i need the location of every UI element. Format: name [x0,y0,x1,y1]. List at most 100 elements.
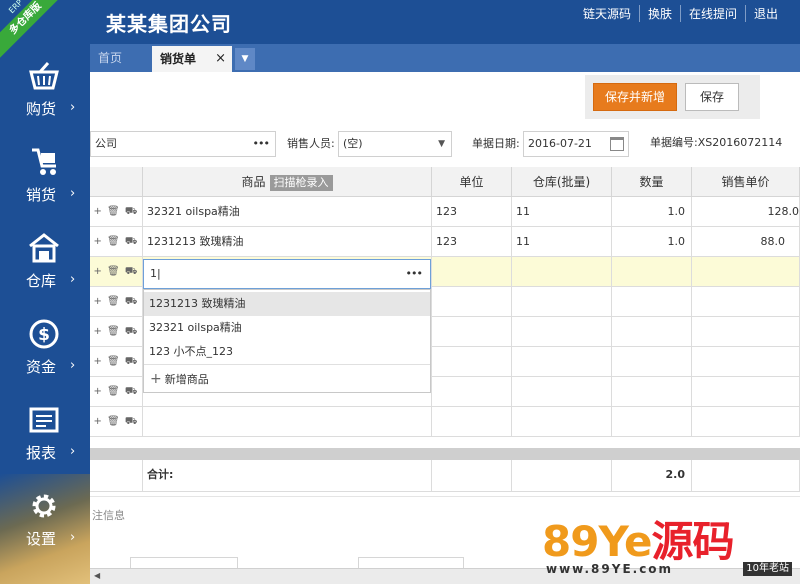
date-field[interactable]: 2016-07-21 [523,131,629,157]
grid-header-warehouse: 仓库(批量) [512,167,612,197]
grid-header-ops [90,167,143,197]
cell-price[interactable] [692,407,800,437]
cell-unit[interactable]: 123 [432,197,512,227]
link-skin[interactable]: 换肤 [638,5,680,22]
save-and-new-button[interactable]: 保存并新增 [593,83,677,111]
row-actions[interactable]: + 🗑 ⛟ [90,257,143,287]
salesperson-select[interactable]: (空) ▼ [338,131,452,157]
cell-price[interactable] [692,377,800,407]
summary-warehouse [512,460,612,492]
cell-product[interactable]: 1231213 致瑰精油 [143,227,432,257]
cell-qty[interactable] [612,317,692,347]
close-icon[interactable]: × [215,46,226,72]
bill-number-value: XS2016072114 [697,136,783,149]
cell-qty[interactable]: 1.0 [612,197,692,227]
cell-qty[interactable] [612,347,692,377]
row-actions[interactable]: + 🗑 ⛟ [90,347,143,377]
chevron-right-icon: › [70,100,76,115]
sidebar-item-settings[interactable]: 设置 › [0,484,90,568]
cell-product[interactable]: 32321 oilspa精油 [143,197,432,227]
cell-product[interactable] [143,407,432,437]
link-help[interactable]: 在线提问 [679,5,745,22]
cell-unit[interactable] [432,257,512,287]
tab-more-dropdown[interactable]: ▼ [235,48,255,70]
summary-unit [432,460,512,492]
sidebar-item-label: 资金 [26,358,57,376]
product-suggestion-dropdown: 1231213 致瑰精油 32321 oilspa精油 123 小不点_123 … [143,289,431,393]
scroll-left-icon[interactable]: ◀ [94,571,100,580]
row-actions[interactable]: + 🗑 ⛟ [90,227,143,257]
cell-price[interactable] [692,317,800,347]
cell-qty[interactable]: 1.0 [612,227,692,257]
suggestion-item[interactable]: 32321 oilspa精油 [144,316,430,340]
row-actions[interactable]: + 🗑 ⛟ [90,197,143,227]
cell-price[interactable]: 88.0 [692,227,800,257]
cell-warehouse[interactable] [512,257,612,287]
chevron-right-icon: › [70,530,76,545]
sidebar-item-reports[interactable]: 报表 › [0,398,90,482]
top-bar: 某某集团公司 链天源码 换肤 在线提问 退出 [0,0,800,44]
cell-price[interactable]: 128.0 [692,197,800,227]
total-label: 合计: [143,460,432,492]
add-product-button[interactable]: + 新增商品 [144,364,430,392]
sidebar-item-warehouse[interactable]: 仓库 › [0,226,90,310]
suggestion-item[interactable]: 123 小不点_123 [144,340,430,364]
summary-ops [90,460,143,492]
calendar-icon[interactable] [610,137,624,151]
more-dots-icon[interactable]: ••• [406,260,423,288]
grid-scrollbar[interactable] [90,448,800,460]
cell-unit[interactable] [432,287,512,317]
watermark-url: www.89YE.com [546,562,674,576]
row-actions[interactable]: + 🗑 ⛟ [90,377,143,407]
chevron-right-icon: › [70,358,76,373]
cell-price[interactable] [692,257,800,287]
cell-price[interactable] [692,287,800,317]
sidebar-item-sales[interactable]: 销货 › [0,140,90,224]
cell-unit[interactable]: 123 [432,227,512,257]
summary-price [692,460,800,492]
row-actions[interactable]: + 🗑 ⛟ [90,317,143,347]
cell-qty[interactable] [612,407,692,437]
cell-unit[interactable] [432,317,512,347]
grid-header-unit: 单位 [432,167,512,197]
cell-price[interactable] [692,347,800,377]
more-dots-icon[interactable]: ••• [253,132,270,156]
cell-warehouse[interactable] [512,347,612,377]
cell-unit[interactable] [432,407,512,437]
sidebar-item-purchase[interactable]: 购货 › [0,54,90,138]
watermark-logo: 89Ye源码 www.89YE.com 10年老站 [542,508,800,584]
scan-entry-button[interactable]: 扫描枪录入 [269,175,333,191]
cell-qty[interactable] [612,257,692,287]
bill-number-label: 单据编号: [650,136,698,149]
cell-warehouse[interactable] [512,407,612,437]
watermark-main-b: 源码 [651,517,735,566]
add-product-label: 新增商品 [164,373,209,386]
cell-unit[interactable] [432,347,512,377]
cell-warehouse[interactable] [512,317,612,347]
top-links: 链天源码 换肤 在线提问 退出 [575,5,786,22]
date-value: 2016-07-21 [528,137,592,150]
cell-warehouse[interactable] [512,377,612,407]
suggestion-item[interactable]: 1231213 致瑰精油 [144,292,430,316]
cell-warehouse[interactable]: 11 [512,197,612,227]
grid-header-qty: 数量 [612,167,692,197]
tab-home[interactable]: 首页 [90,44,150,72]
cell-warehouse[interactable]: 11 [512,227,612,257]
cell-unit[interactable] [432,377,512,407]
sidebar-item-funds[interactable]: $ 资金 › [0,312,90,396]
tab-sales-order[interactable]: 销货单 × [152,46,232,72]
warehouse-icon [29,233,59,263]
product-search-input[interactable]: 1| ••• [143,259,431,289]
gear-icon [32,494,56,518]
link-logout[interactable]: 退出 [744,5,786,22]
sidebar-item-label: 报表 [26,444,57,462]
row-actions[interactable]: + 🗑 ⛟ [90,287,143,317]
cell-warehouse[interactable] [512,287,612,317]
cell-qty[interactable] [612,287,692,317]
row-actions[interactable]: + 🗑 ⛟ [90,407,143,437]
sidebar-item-label: 仓库 [26,272,57,290]
cell-qty[interactable] [612,377,692,407]
customer-field[interactable]: 公司 ••• [90,131,276,157]
save-button[interactable]: 保存 [685,83,739,111]
link-source[interactable]: 链天源码 [575,5,639,22]
